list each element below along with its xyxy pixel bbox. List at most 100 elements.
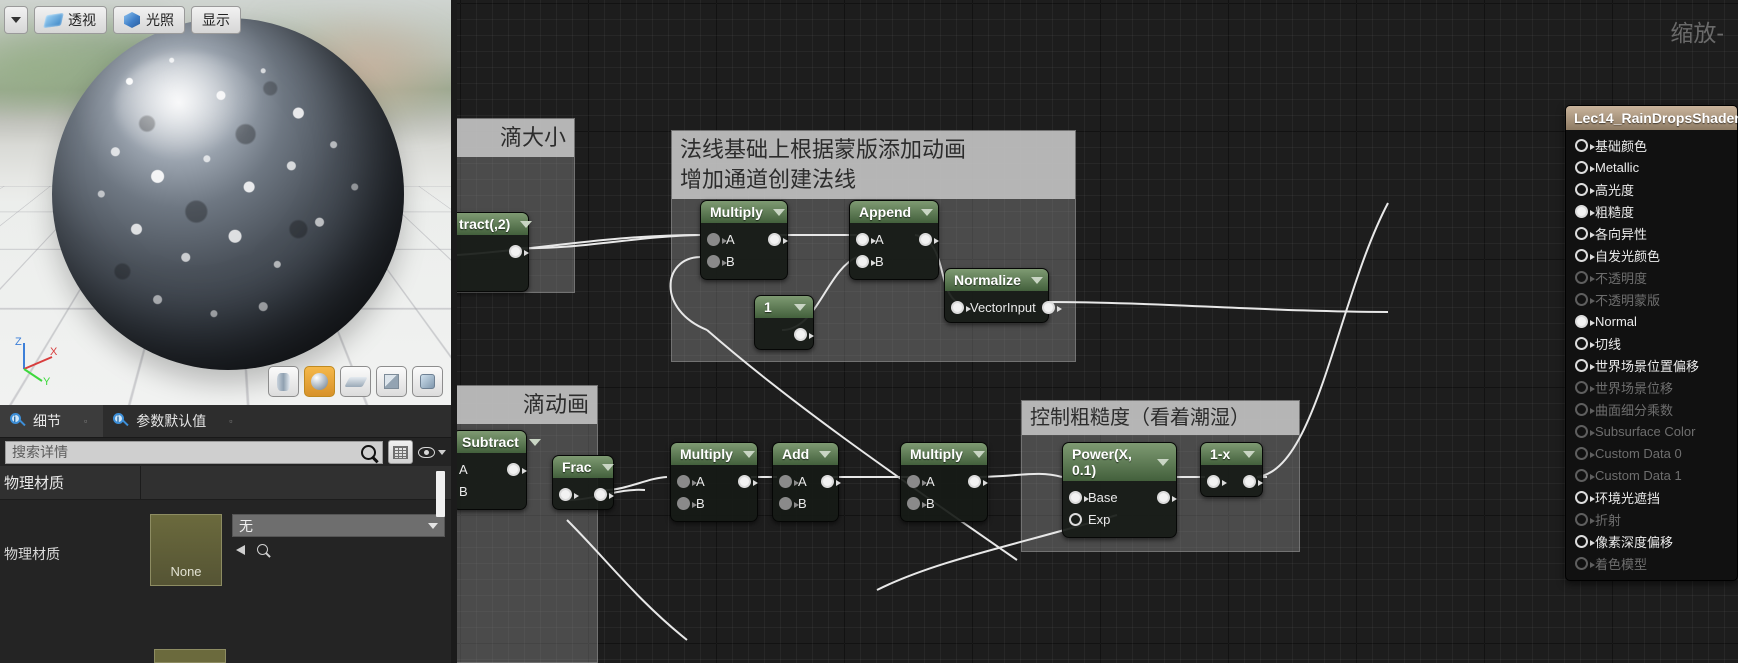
input-port-a[interactable]: A	[677, 474, 705, 489]
input-port[interactable]	[1207, 474, 1227, 488]
material-output-node[interactable]: Lec14_RainDropsShader 基础颜色 Metallic 高光度 粗糙度…	[1565, 105, 1738, 581]
input-port-a[interactable]: A	[459, 462, 468, 477]
material-pin-icon[interactable]	[1575, 468, 1595, 482]
material-pin-icon[interactable]	[1575, 314, 1595, 328]
output-port[interactable]	[968, 474, 988, 488]
input-port-b[interactable]: B	[856, 254, 884, 269]
node-append-header[interactable]: Append	[850, 201, 938, 223]
material-output-pin[interactable]: Subsurface Color	[1566, 420, 1737, 442]
node-power[interactable]: Power(X, 0.1) Base Exp	[1062, 442, 1177, 538]
material-pin-icon[interactable]	[1575, 380, 1595, 394]
material-pin-icon[interactable]	[1575, 160, 1595, 174]
chevron-down-icon[interactable]	[1030, 276, 1043, 284]
preview-shape-sphere[interactable]	[304, 366, 335, 397]
material-output-pin[interactable]: 像素深度偏移	[1566, 530, 1737, 552]
material-output-pin[interactable]: 不透明度	[1566, 266, 1737, 288]
input-port-b[interactable]: B	[907, 496, 935, 511]
material-output-pin[interactable]: 各向异性	[1566, 222, 1737, 244]
node-one-minus-x[interactable]: 1-x	[1200, 442, 1263, 497]
node-subtract-2[interactable]: tract(,2)	[457, 212, 533, 292]
chevron-down-icon[interactable]	[742, 450, 755, 458]
browse-asset-icon[interactable]	[257, 544, 268, 555]
material-output-pin[interactable]: 曲面细分乘数	[1566, 398, 1737, 420]
close-icon[interactable]: ▫	[229, 416, 232, 426]
visibility-filter-button[interactable]	[418, 446, 446, 458]
node-multiply-2-header[interactable]: Multiply	[671, 443, 757, 465]
physical-material-dropdown[interactable]: 无	[232, 514, 445, 537]
column-divider[interactable]	[140, 466, 141, 499]
preview-sphere-mesh[interactable]	[52, 18, 404, 370]
material-pin-icon[interactable]	[1575, 424, 1595, 438]
material-pin-icon[interactable]	[1575, 292, 1595, 306]
material-pin-icon[interactable]	[1575, 204, 1595, 218]
node-append[interactable]: Append A B	[849, 200, 939, 280]
output-port[interactable]	[794, 327, 814, 341]
material-node-graph[interactable]: 缩放- 法线基础上根据蒙版添加动画 增加通道创建法线 控制粗糙度（看着潮湿） 滴…	[457, 0, 1738, 663]
tab-parameter-defaults[interactable]: i 参数默认值 ▫	[103, 405, 248, 437]
material-pin-icon[interactable]	[1575, 446, 1595, 460]
node-subtract[interactable]: Subtract A B	[457, 430, 541, 510]
comment-drop-animation[interactable]: 滴动画	[457, 385, 598, 663]
material-output-pin[interactable]: 世界场景位置偏移	[1566, 354, 1737, 376]
material-output-pin[interactable]: Normal	[1566, 310, 1737, 332]
output-port[interactable]	[1041, 300, 1062, 314]
preview-shape-cylinder[interactable]	[268, 366, 299, 397]
chevron-down-icon[interactable]	[921, 208, 934, 216]
input-port-b[interactable]: B	[459, 484, 468, 499]
node-one-minus-x-header[interactable]: 1-x	[1201, 443, 1262, 465]
input-port-a[interactable]: A	[707, 232, 735, 247]
node-subtract-2-header[interactable]: tract(,2)	[457, 213, 533, 235]
preview-shape-plane[interactable]	[340, 366, 371, 397]
preview-shape-cube[interactable]	[376, 366, 407, 397]
node-add[interactable]: Add A B	[772, 442, 841, 522]
material-pin-icon[interactable]	[1575, 248, 1595, 262]
input-port-base[interactable]: Base	[1069, 490, 1118, 505]
output-port[interactable]	[594, 487, 614, 501]
material-output-pin[interactable]: 世界场景位移	[1566, 376, 1737, 398]
chevron-down-icon[interactable]	[972, 450, 985, 458]
input-port[interactable]	[559, 487, 579, 501]
grid-view-button[interactable]	[388, 440, 413, 464]
material-pin-icon[interactable]	[1575, 490, 1595, 504]
material-output-pin[interactable]: 粗糙度	[1566, 200, 1737, 222]
node-subtract-header[interactable]: Subtract	[457, 431, 541, 453]
chevron-down-icon[interactable]	[794, 303, 806, 311]
input-port-a[interactable]: A	[856, 232, 884, 247]
viewport-show-button[interactable]: 显示	[191, 6, 241, 34]
output-port[interactable]	[820, 474, 841, 488]
preview-shape-custom-mesh[interactable]	[412, 366, 443, 397]
chevron-down-icon[interactable]	[819, 450, 832, 458]
output-port[interactable]	[1243, 474, 1263, 488]
viewport-options-button[interactable]	[4, 6, 28, 34]
input-port-exp[interactable]: Exp	[1069, 512, 1110, 527]
viewport-lighting-button[interactable]: 光照	[113, 6, 185, 34]
node-frac-header[interactable]: Frac	[553, 456, 614, 478]
material-output-pin[interactable]: 基础颜色	[1566, 134, 1737, 156]
node-multiply-normal[interactable]: Multiply A B	[700, 200, 788, 280]
chevron-down-icon[interactable]	[601, 463, 614, 471]
node-normalize[interactable]: Normalize VectorInput	[944, 268, 1062, 323]
node-frac[interactable]: Frac	[552, 455, 614, 510]
material-pin-icon[interactable]	[1575, 226, 1595, 240]
material-pin-icon[interactable]	[1575, 512, 1595, 526]
material-output-pin[interactable]: 不透明蒙版	[1566, 288, 1737, 310]
output-port[interactable]	[509, 244, 529, 258]
node-power-header[interactable]: Power(X, 0.1)	[1063, 443, 1176, 481]
close-icon[interactable]: ▫	[84, 416, 87, 426]
chevron-down-icon[interactable]	[1243, 450, 1255, 458]
material-output-pin[interactable]: Custom Data 1	[1566, 464, 1737, 486]
details-scrollbar-thumb[interactable]	[436, 471, 445, 517]
material-output-pin[interactable]: 折射	[1566, 508, 1737, 530]
chevron-down-icon[interactable]	[528, 438, 541, 446]
chevron-down-icon[interactable]	[772, 208, 785, 216]
material-output-pin[interactable]: 环境光遮挡	[1566, 486, 1737, 508]
material-pin-icon[interactable]	[1575, 358, 1595, 372]
property-section-header[interactable]: 物理材质	[0, 466, 451, 500]
input-port-b[interactable]: B	[677, 496, 705, 511]
input-port-b[interactable]: B	[779, 496, 807, 511]
material-pin-icon[interactable]	[1575, 556, 1595, 570]
node-multiply-2[interactable]: Multiply A B	[670, 442, 758, 522]
material-output-pin[interactable]: Custom Data 0	[1566, 442, 1737, 464]
material-pin-icon[interactable]	[1575, 402, 1595, 416]
material-output-pin[interactable]: 着色模型	[1566, 552, 1737, 574]
